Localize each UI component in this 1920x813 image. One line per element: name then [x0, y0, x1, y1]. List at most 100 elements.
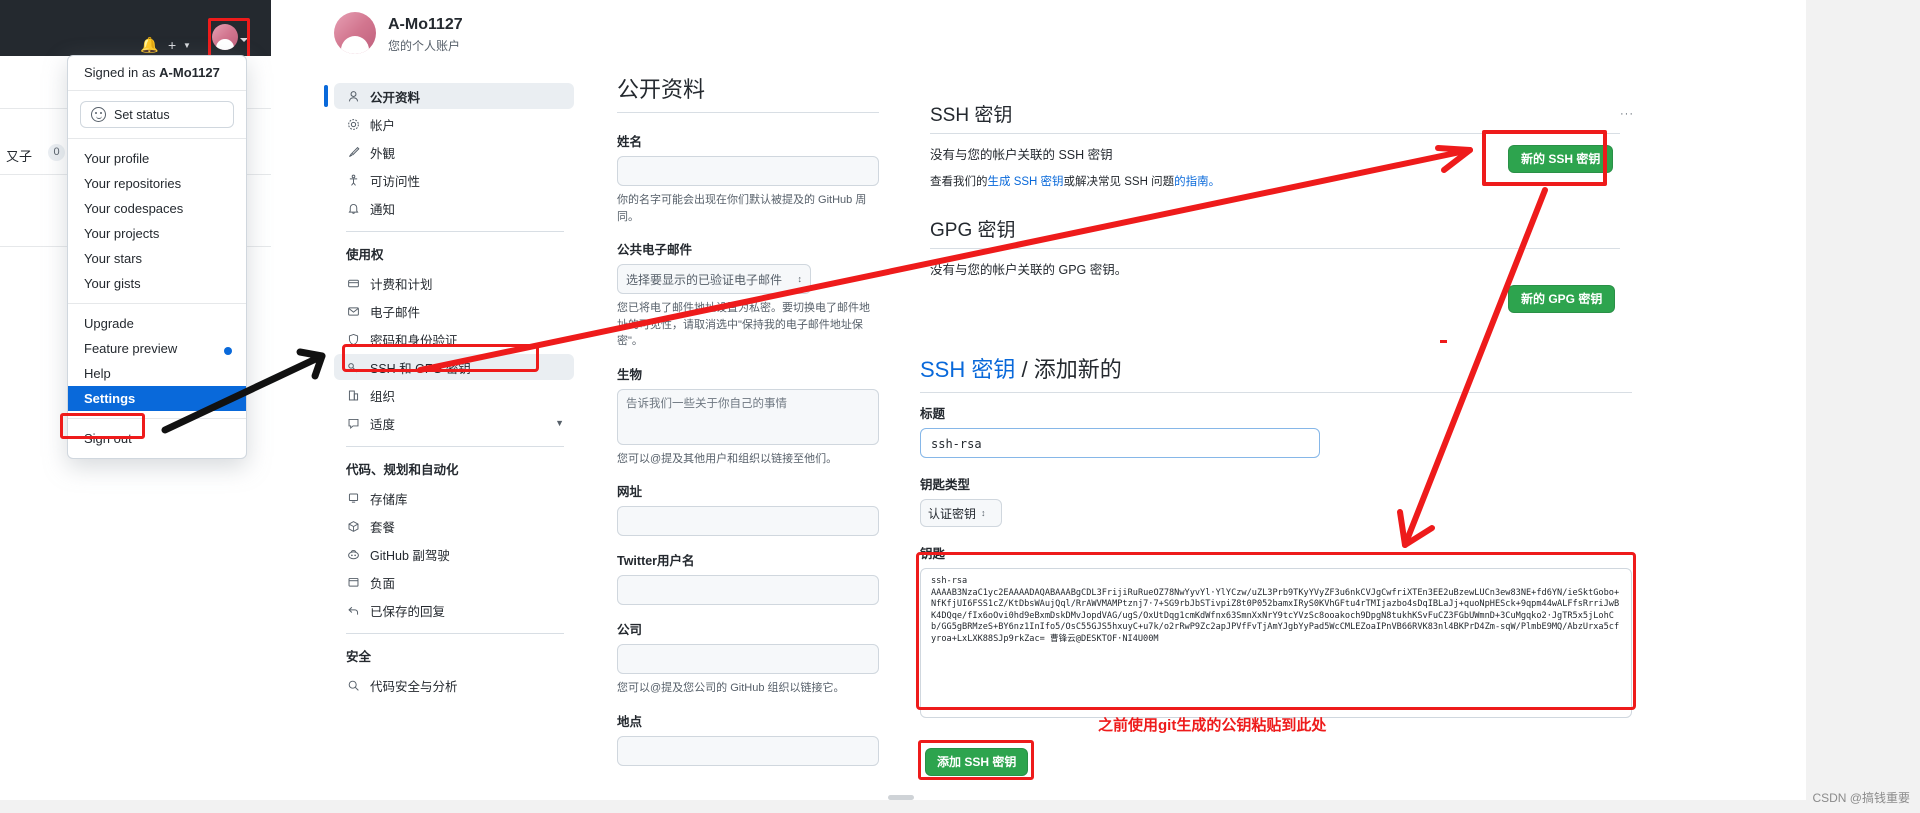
sidebar-item-appearance[interactable]: 外観 — [334, 139, 574, 165]
person-icon — [346, 90, 361, 103]
field-location: 地点 — [617, 711, 879, 766]
sidebar-item-accessibility[interactable]: 可访问性 — [334, 167, 574, 193]
menu-item-upgrade[interactable]: Upgrade — [68, 311, 246, 336]
twitter-input[interactable] — [617, 575, 879, 605]
new-ssh-key-annotation-highlight — [1482, 130, 1607, 186]
overflow-dots-icon[interactable]: ··· — [1620, 108, 1634, 120]
public-email-select[interactable]: 选择要显示的已验证电子邮件 ↕ — [617, 264, 811, 294]
bell-icon[interactable]: 🔔 — [140, 38, 159, 53]
sidebar-item-label: 通知 — [370, 202, 396, 217]
ssh-note-link-generate[interactable]: 生成 SSH 密钥 — [988, 176, 1064, 188]
screen-root: 🔔 + ▼ 又子 0 Signed in as A-Mo1127 Set sta… — [0, 0, 1920, 813]
add-key-title-rest: 添加新的 — [1033, 357, 1122, 382]
public-email-selected-value: 选择要显示的已验证电子邮件 — [626, 272, 783, 287]
smiley-icon — [91, 107, 106, 122]
chevron-down-icon[interactable]: ▼ — [555, 418, 564, 428]
menu-group-secondary: Upgrade Feature preview Help Settings — [68, 304, 246, 419]
creditcard-icon — [346, 277, 361, 290]
page-right-gutter — [1806, 0, 1920, 813]
menu-item-help[interactable]: Help — [68, 361, 246, 386]
menu-item-settings[interactable]: Settings — [68, 386, 246, 411]
field-name: 姓名 你的名字可能会出现在你们默认被提及的 GitHub 周同。 — [617, 131, 879, 225]
copilot-icon — [346, 548, 361, 561]
sidebar-item-public-profile[interactable]: 公开资料 — [324, 83, 574, 109]
sidebar-item-label: 适度 — [370, 417, 396, 432]
menu-item-your-gists[interactable]: Your gists — [68, 271, 246, 296]
chevron-down-icon[interactable]: ▼ — [183, 42, 191, 50]
field-label: 网址 — [617, 485, 643, 499]
sidebar-item-label: 外観 — [370, 146, 396, 161]
annotation-tick-mark — [1440, 340, 1447, 343]
sidebar-item-label: 帐户 — [370, 118, 396, 133]
paste-key-annotation-text: 之前使用git生成的公钥粘贴到此处 — [1098, 717, 1327, 734]
ssh-note-link-guide[interactable]: 的指南。 — [1174, 176, 1220, 188]
new-gpg-key-button[interactable]: 新的 GPG 密钥 — [1508, 285, 1616, 313]
sidebar-item-label: 公开资料 — [370, 90, 421, 105]
add-key-title-sep: / — [1015, 357, 1034, 382]
signed-in-as-label: Signed in as A-Mo1127 — [68, 56, 246, 91]
sidebar-item-account[interactable]: 帐户 — [334, 111, 574, 137]
organization-icon — [346, 389, 361, 402]
sidebar-item-label: 已保存的回复 — [370, 604, 446, 619]
key-type-selected-value: 认证密钥 — [928, 506, 977, 521]
sidebar-item-repositories[interactable]: 存储库 — [334, 485, 574, 511]
sidebar-item-copilot[interactable]: GitHub 副驾驶 — [334, 541, 574, 567]
sidebar-item-billing-plans[interactable]: 计费和计划 — [334, 270, 574, 296]
company-input[interactable] — [617, 644, 879, 674]
sidebar-divider-3 — [346, 633, 564, 634]
sidebar-item-code-security-analysis[interactable]: 代码安全与分析 — [334, 672, 574, 698]
bio-textarea[interactable]: 告诉我们一些关于你自己的事情 — [617, 388, 879, 445]
watermark: CSDN @搞钱重要 — [1812, 791, 1910, 805]
sidebar-divider-2 — [346, 446, 564, 447]
sidebar-section-security: 安全 — [346, 650, 372, 664]
menu-item-your-projects[interactable]: Your projects — [68, 221, 246, 246]
account-name: A-Mo1127 — [388, 16, 463, 33]
add-ssh-key-annotation-highlight — [918, 740, 1034, 780]
reply-icon — [346, 604, 361, 617]
sidebar-section-code: 代码、规划和自动化 — [346, 463, 459, 477]
key-type-select[interactable]: 认证密钥 ↕ — [920, 499, 1002, 527]
bell-icon — [346, 202, 361, 215]
settings-sidebar: 公开资料 帐户 外観 可访问性 通知 使用权 计费和计划 电子邮件 密码和身份验… — [324, 83, 574, 700]
sidebar-item-label: 计费和计划 — [370, 277, 433, 292]
sidebar-item-packages[interactable]: 套餐 — [334, 513, 574, 539]
key-textarea[interactable]: ssh-rsa AAAAB3NzaC1yc2EAAAADAQABAAABgCDL… — [920, 568, 1632, 718]
avatar-annotation-highlight — [208, 18, 250, 60]
field-label: 公司 — [617, 623, 643, 637]
menu-item-feature-preview[interactable]: Feature preview — [68, 336, 246, 361]
field-company: 公司 您可以@提及您公司的 GitHub 组织以链接它。 — [617, 619, 879, 697]
sidebar-item-pages[interactable]: 负面 — [334, 569, 574, 595]
plus-icon[interactable]: + — [168, 38, 176, 52]
sidebar-item-moderation[interactable]: 适度 ▼ — [334, 410, 574, 436]
paintbrush-icon — [346, 146, 361, 159]
title-field-label: 标题 — [920, 407, 946, 421]
field-bio: 生物 告诉我们一些关于你自己的事情 您可以@提及其他用户和组织以链接至他们。 — [617, 364, 879, 468]
sidebar-item-emails[interactable]: 电子邮件 — [334, 298, 574, 324]
field-help: 您可以@提及其他用户和组织以链接至他们。 — [617, 452, 838, 465]
set-status-label: Set status — [114, 107, 170, 122]
keytype-field-label: 钥匙类型 — [920, 478, 971, 492]
sidebar-item-label: 存储库 — [370, 492, 408, 507]
menu-item-your-codespaces[interactable]: Your codespaces — [68, 196, 246, 221]
field-label: Twitter用户名 — [617, 554, 695, 568]
key-field-label: 钥匙 — [920, 547, 946, 561]
menu-item-your-repositories[interactable]: Your repositories — [68, 171, 246, 196]
sidebar-item-label: 套餐 — [370, 520, 396, 535]
menu-item-your-stars[interactable]: Your stars — [68, 246, 246, 271]
name-input[interactable] — [617, 156, 879, 186]
url-input[interactable] — [617, 506, 879, 536]
sidebar-item-organizations[interactable]: 组织 — [334, 382, 574, 408]
ssh-note-prefix: 查看我们的 — [930, 176, 988, 188]
sidebar-item-saved-replies[interactable]: 已保存的回复 — [334, 597, 574, 623]
set-status-button[interactable]: Set status — [80, 101, 234, 128]
strip-tab-label[interactable]: 又子 — [6, 146, 32, 165]
add-key-title-blue: SSH 密钥 — [920, 357, 1016, 382]
horizontal-scrollbar[interactable] — [888, 795, 914, 800]
field-public-email: 公共电子邮件 选择要显示的已验证电子邮件 ↕ 您已将电了邮件地址设置为私密。要切… — [617, 239, 879, 350]
location-input[interactable] — [617, 735, 879, 766]
sidebar-item-notifications[interactable]: 通知 — [334, 195, 574, 221]
key-title-input[interactable]: ssh-rsa — [920, 428, 1320, 458]
sidebar-item-label: GitHub 副驾驶 — [370, 548, 450, 563]
account-avatar[interactable] — [334, 12, 376, 54]
menu-item-your-profile[interactable]: Your profile — [68, 146, 246, 171]
